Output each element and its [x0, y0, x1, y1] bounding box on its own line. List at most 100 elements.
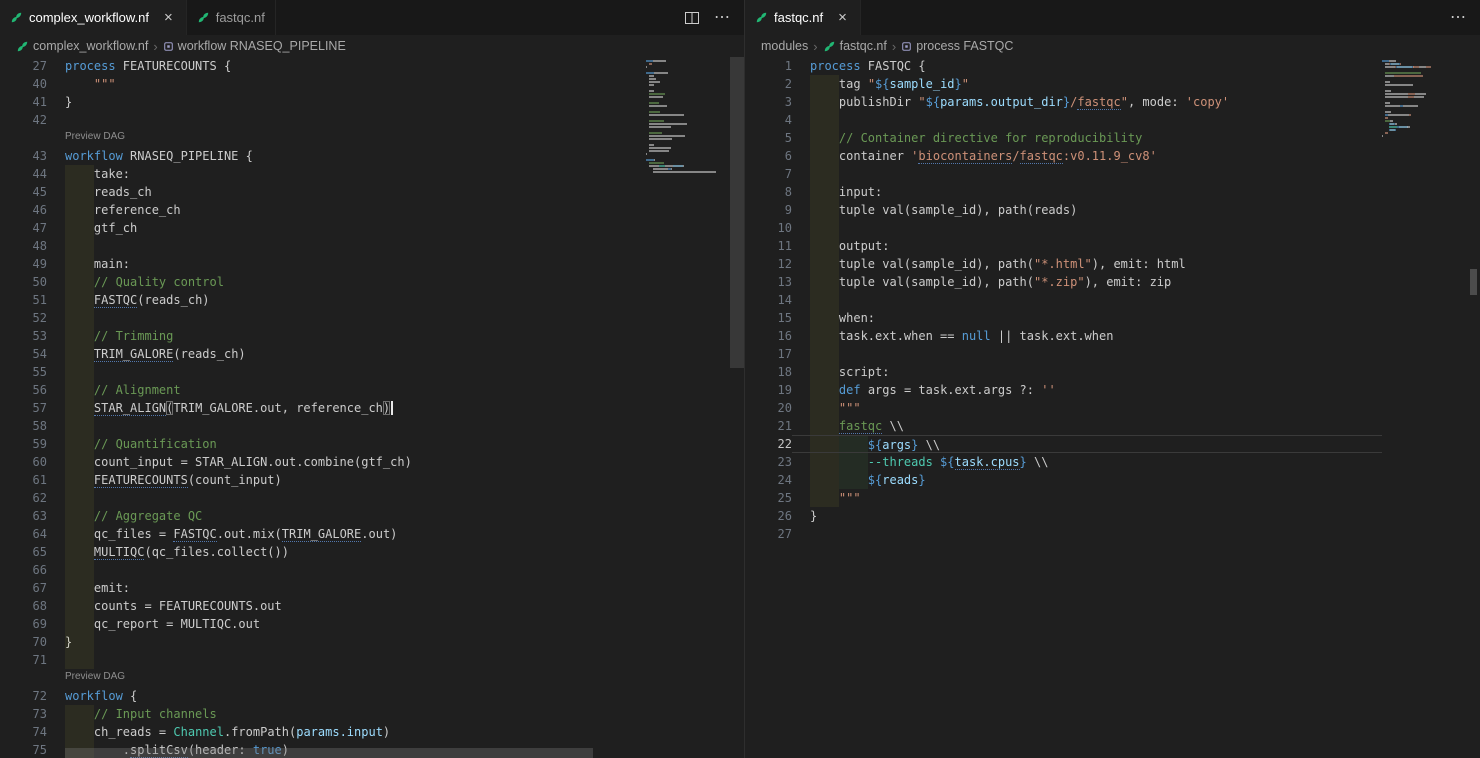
indent — [65, 347, 94, 361]
code-token: (count_input) — [188, 473, 282, 487]
line-number[interactable]: 13 — [745, 273, 792, 291]
line-number[interactable]: 67 — [0, 579, 47, 597]
code-line-content: } — [792, 507, 1382, 525]
line-number[interactable]: 52 — [0, 309, 47, 327]
line-number[interactable]: 71 — [0, 651, 47, 669]
line-number[interactable]: 41 — [0, 93, 47, 111]
line-number[interactable]: 16 — [745, 327, 792, 345]
line-number[interactable]: 5 — [745, 129, 792, 147]
line-number[interactable]: 47 — [0, 219, 47, 237]
line-number[interactable]: 12 — [745, 255, 792, 273]
more-actions-icon[interactable]: ⋯ — [714, 10, 730, 26]
code-line: 6 container 'biocontainers/fastqc:v0.11.… — [745, 147, 1382, 165]
line-number[interactable]: 68 — [0, 597, 47, 615]
close-icon[interactable]: × — [835, 9, 850, 26]
line-number[interactable]: 56 — [0, 381, 47, 399]
code-token: script: — [839, 365, 890, 379]
line-number[interactable]: 72 — [0, 687, 47, 705]
line-number[interactable]: 27 — [745, 525, 792, 543]
line-number[interactable]: 51 — [0, 291, 47, 309]
line-number[interactable]: 55 — [0, 363, 47, 381]
minimap[interactable] — [1382, 57, 1466, 141]
code-line: 42 — [0, 111, 646, 129]
codelens-preview-dag[interactable]: Preview DAG — [65, 669, 125, 686]
line-number[interactable]: 42 — [0, 111, 47, 129]
line-number[interactable]: 24 — [745, 471, 792, 489]
line-number[interactable]: 73 — [0, 705, 47, 723]
line-number[interactable]: 8 — [745, 183, 792, 201]
line-number[interactable]: 15 — [745, 309, 792, 327]
line-number[interactable]: 2 — [745, 75, 792, 93]
line-number[interactable]: 54 — [0, 345, 47, 363]
line-number[interactable]: 20 — [745, 399, 792, 417]
breadcrumb-item[interactable]: complex_workflow.nf — [16, 39, 148, 53]
more-actions-icon[interactable]: ⋯ — [1450, 10, 1466, 26]
line-number[interactable]: 61 — [0, 471, 47, 489]
line-number[interactable]: 64 — [0, 525, 47, 543]
line-number[interactable]: 23 — [745, 453, 792, 471]
horizontal-scrollbar[interactable] — [0, 748, 646, 758]
line-number[interactable]: 40 — [0, 75, 47, 93]
line-number[interactable]: 48 — [0, 237, 47, 255]
vertical-scrollbar[interactable] — [730, 57, 744, 758]
tab-fastqc.nf[interactable]: fastqc.nf — [187, 0, 276, 35]
line-number[interactable]: 19 — [745, 381, 792, 399]
line-number[interactable]: 17 — [745, 345, 792, 363]
line-number[interactable]: 60 — [0, 453, 47, 471]
line-number[interactable]: 1 — [745, 57, 792, 75]
line-number[interactable]: 3 — [745, 93, 792, 111]
line-number[interactable]: 65 — [0, 543, 47, 561]
breadcrumb-item[interactable]: workflow RNASEQ_PIPELINE — [163, 39, 346, 53]
breadcrumb-item[interactable]: fastqc.nf — [823, 39, 887, 53]
split-editor-icon[interactable] — [684, 10, 700, 26]
line-number[interactable]: 11 — [745, 237, 792, 255]
scrollbar-thumb[interactable] — [730, 57, 744, 368]
line-number[interactable]: 69 — [0, 615, 47, 633]
breadcrumb-item[interactable]: process FASTQC — [901, 39, 1013, 53]
codelens-preview-dag[interactable]: Preview DAG — [65, 129, 125, 146]
tab-fastqc.nf[interactable]: fastqc.nf× — [745, 0, 861, 35]
line-number[interactable]: 21 — [745, 417, 792, 435]
tab-complex_workflow.nf[interactable]: complex_workflow.nf× — [0, 0, 187, 35]
line-number[interactable]: 9 — [745, 201, 792, 219]
minimap[interactable] — [646, 57, 730, 174]
vertical-scrollbar[interactable] — [1466, 57, 1480, 758]
code-editor[interactable]: 27process FEATURECOUNTS {40 """41}42Prev… — [0, 57, 744, 758]
line-number[interactable]: 27 — [0, 57, 47, 75]
code-token: " — [962, 77, 969, 91]
indent-highlight — [810, 165, 839, 183]
line-number[interactable] — [0, 129, 47, 147]
line-number[interactable]: 43 — [0, 147, 47, 165]
line-number[interactable]: 66 — [0, 561, 47, 579]
line-number[interactable]: 26 — [745, 507, 792, 525]
line-number[interactable]: 59 — [0, 435, 47, 453]
line-number[interactable]: 45 — [0, 183, 47, 201]
line-number[interactable]: 53 — [0, 327, 47, 345]
line-number[interactable]: 74 — [0, 723, 47, 741]
scrollbar-thumb[interactable] — [65, 748, 593, 758]
line-number[interactable]: 58 — [0, 417, 47, 435]
code-editor[interactable]: 1process FASTQC {2 tag "${sample_id}"3 p… — [745, 57, 1480, 758]
close-icon[interactable]: × — [161, 9, 176, 26]
line-number[interactable]: 57 — [0, 399, 47, 417]
indent — [810, 185, 839, 199]
line-number[interactable]: 6 — [745, 147, 792, 165]
line-number[interactable]: 7 — [745, 165, 792, 183]
breadcrumb-item[interactable]: modules — [761, 39, 808, 53]
line-number[interactable] — [0, 669, 47, 687]
line-number[interactable]: 10 — [745, 219, 792, 237]
line-number[interactable]: 18 — [745, 363, 792, 381]
line-number[interactable]: 63 — [0, 507, 47, 525]
line-number[interactable]: 44 — [0, 165, 47, 183]
line-number[interactable]: 46 — [0, 201, 47, 219]
line-number[interactable]: 62 — [0, 489, 47, 507]
line-number[interactable]: 4 — [745, 111, 792, 129]
line-number[interactable]: 70 — [0, 633, 47, 651]
line-number[interactable]: 22 — [745, 435, 792, 453]
line-number[interactable]: 25 — [745, 489, 792, 507]
indent — [65, 293, 94, 307]
line-number[interactable]: 50 — [0, 273, 47, 291]
code-line-content: qc_report = MULTIQC.out — [47, 615, 646, 633]
line-number[interactable]: 14 — [745, 291, 792, 309]
line-number[interactable]: 49 — [0, 255, 47, 273]
